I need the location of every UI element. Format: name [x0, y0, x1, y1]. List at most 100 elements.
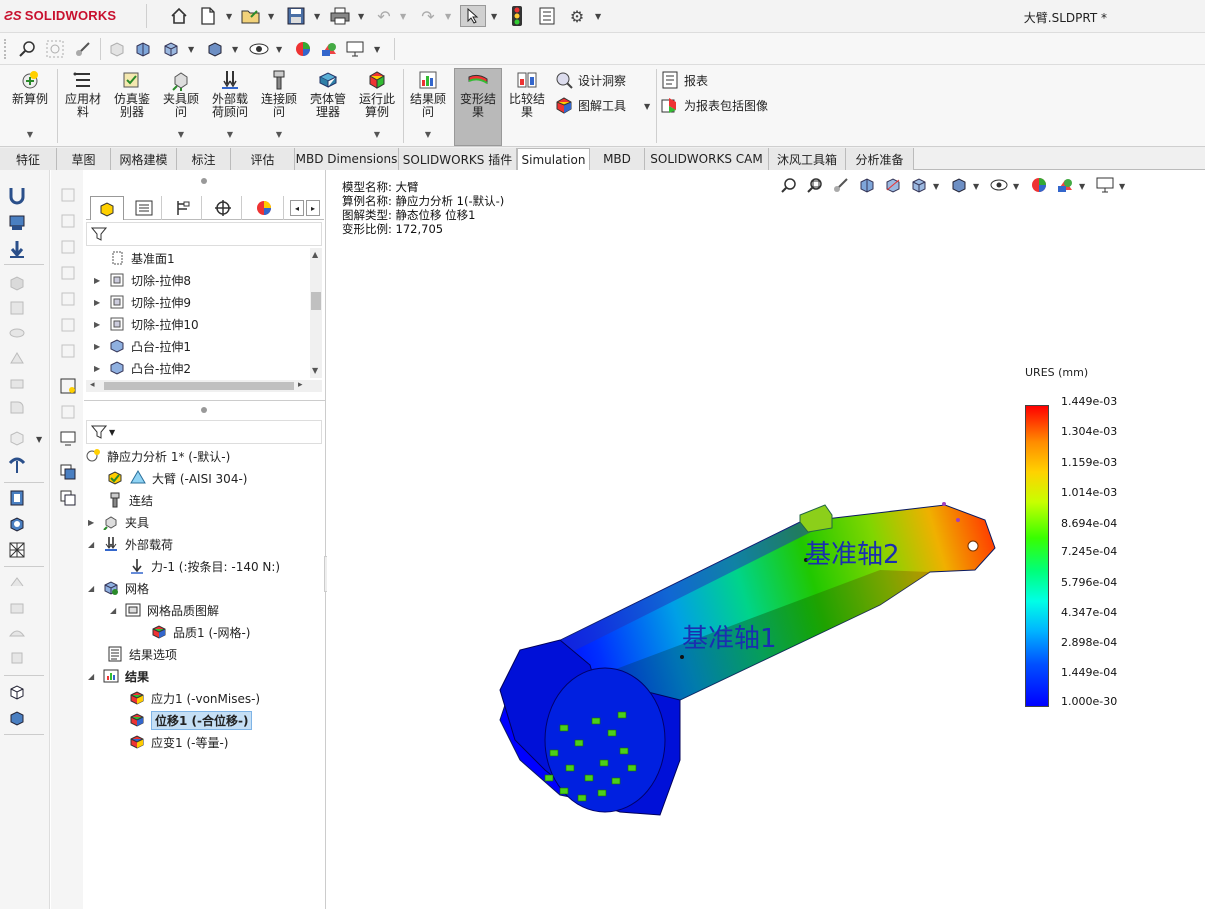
section-view-icon[interactable] — [106, 38, 128, 60]
undo-icon[interactable]: ↶ — [373, 5, 395, 27]
tree-item-part-material[interactable]: 大臂 (-AISI 304-) — [106, 468, 247, 488]
study-tree-filter[interactable]: ▼ — [86, 420, 322, 444]
tab-mbd-dimensions[interactable]: MBD Dimensions — [295, 148, 399, 170]
extrude-icon[interactable] — [6, 273, 28, 293]
chevron-down-icon[interactable]: ▼ — [226, 12, 232, 21]
scroll-left-icon[interactable]: ◂ — [90, 380, 95, 390]
chevron-down-icon[interactable]: ▼ — [232, 45, 238, 54]
chevron-down-icon[interactable]: ▼ — [374, 128, 380, 141]
property-manager-tab[interactable] — [126, 196, 162, 220]
ghost-box-icon[interactable] — [57, 211, 79, 231]
solidworks-logo[interactable]: ƧS SOLIDWORKS — [4, 8, 116, 23]
mesh-run-icon[interactable] — [6, 514, 28, 534]
tree-item-static-study[interactable]: 静应力分析 1* (-默认-) — [84, 446, 230, 466]
feature-tree-vscrollbar[interactable]: ▲ ▼ — [310, 248, 322, 378]
chevron-down-icon[interactable]: ▼ — [178, 128, 184, 141]
chevron-down-icon[interactable]: ▼ — [109, 428, 115, 437]
chevron-down-icon[interactable]: ▼ — [1013, 182, 1019, 191]
hide-show-icon[interactable] — [248, 38, 270, 60]
down-arrow-load-icon[interactable] — [6, 239, 28, 259]
ghost-box-icon[interactable] — [57, 341, 79, 361]
home-icon[interactable] — [168, 5, 190, 27]
display-manager-tab[interactable] — [244, 196, 284, 220]
view-orientation-icon[interactable] — [910, 176, 928, 194]
surface-icon[interactable] — [6, 623, 28, 643]
ghost-box-icon[interactable] — [57, 289, 79, 309]
gear-icon[interactable]: ⚙ — [566, 5, 588, 27]
mesh-control-icon[interactable] — [6, 488, 28, 508]
apply-material-button[interactable]: 应用材料 — [61, 69, 105, 145]
revolve-icon[interactable] — [6, 298, 28, 318]
chevron-down-icon[interactable]: ▼ — [188, 45, 194, 54]
tree-item-stress1[interactable]: 应力1 (-vonMises-) — [128, 688, 260, 708]
tree-item-fixtures[interactable]: ▶ 夹具 — [88, 512, 149, 532]
tree-item-displacement1[interactable]: 位移1 (-合位移-) — [128, 710, 253, 730]
ghost-tool-icon[interactable] — [57, 402, 79, 422]
chevron-down-icon[interactable]: ▼ — [973, 182, 979, 191]
graphics-area[interactable]: 基准轴1 基准轴2 — [327, 170, 1205, 909]
fixture-tool-icon[interactable] — [6, 185, 28, 205]
feature-manager-tab[interactable] — [90, 196, 124, 220]
tree-item-results[interactable]: ◢ 结果 — [88, 666, 149, 686]
scene-icon[interactable] — [318, 38, 340, 60]
open-folder-icon[interactable] — [240, 5, 262, 27]
weldment-icon[interactable] — [6, 598, 28, 618]
section-view-icon[interactable] — [858, 176, 876, 194]
expand-arrow-icon[interactable]: ▶ — [88, 518, 102, 527]
traffic-light-icon[interactable] — [506, 5, 528, 27]
tree-item-mesh-quality-plot[interactable]: ◢ 网格品质图解 — [110, 600, 219, 620]
datum-axis-2-label[interactable]: 基准轴2 — [805, 534, 900, 571]
scroll-up-icon[interactable]: ▲ — [312, 250, 318, 259]
chevron-down-icon[interactable]: ▼ — [276, 128, 282, 141]
collapse-arrow-icon[interactable]: ◢ — [88, 672, 102, 681]
tab-simulation[interactable]: Simulation — [517, 148, 590, 170]
expand-arrow-icon[interactable]: ▶ — [94, 320, 108, 329]
chevron-down-icon[interactable]: ▼ — [27, 128, 33, 141]
save-icon[interactable] — [285, 5, 307, 27]
previous-view-icon[interactable] — [72, 38, 94, 60]
tree-item-force1[interactable]: 力-1 (:按条目: -140 N:) — [128, 556, 280, 576]
sweep-icon[interactable] — [6, 323, 28, 343]
tab-scroll-right-icon[interactable]: ▸ — [306, 200, 320, 216]
previous-view-icon[interactable] — [832, 176, 850, 194]
expand-arrow-icon[interactable]: ▶ — [94, 298, 108, 307]
display-style-icon[interactable] — [950, 176, 968, 194]
chevron-down-icon[interactable]: ▼ — [227, 128, 233, 141]
tree-item-mesh[interactable]: ◢ 网格 — [88, 578, 149, 598]
chevron-down-icon[interactable]: ▼ — [491, 12, 497, 21]
ghost-box-icon[interactable] — [57, 315, 79, 335]
copy-study-icon[interactable] — [57, 462, 79, 482]
tab-markup[interactable]: 标注 — [177, 148, 231, 170]
expand-arrow-icon[interactable]: ▶ — [94, 276, 108, 285]
tree-item-boss-extrude2[interactable]: ▶ 凸台-拉伸2 — [94, 358, 191, 378]
fixtures-advisor-button[interactable]: 夹具顾问 ▼ — [159, 69, 203, 145]
ghost-box-icon[interactable] — [57, 237, 79, 257]
chevron-down-icon[interactable]: ▼ — [1079, 182, 1085, 191]
tab-solidworks-addins[interactable]: SOLIDWORKS 插件 — [399, 148, 517, 170]
grid-mesh-icon[interactable] — [6, 540, 28, 560]
appearance-icon[interactable] — [1030, 176, 1048, 194]
tab-solidworks-cam[interactable]: SOLIDWORKS CAM — [645, 148, 769, 170]
zoom-area-icon[interactable] — [44, 38, 66, 60]
print-icon[interactable] — [329, 5, 351, 27]
chevron-down-icon[interactable]: ▼ — [595, 12, 601, 21]
external-loads-advisor-button[interactable]: 外部载荷顾问 ▼ — [207, 69, 253, 145]
tab-analysis-prep[interactable]: 分析准备 — [846, 148, 914, 170]
paste-study-icon[interactable] — [57, 488, 79, 508]
scene-icon[interactable] — [1056, 176, 1074, 194]
expand-arrow-icon[interactable]: ▶ — [94, 342, 108, 351]
chevron-down-icon[interactable]: ▼ — [1119, 182, 1125, 191]
monitor-icon[interactable] — [1096, 176, 1114, 194]
datum-axis-1-label[interactable]: 基准轴1 — [682, 618, 777, 655]
chevron-down-icon[interactable]: ▼ — [276, 45, 282, 54]
chevron-down-icon[interactable]: ▼ — [933, 182, 939, 191]
connections-advisor-button[interactable]: 连接顾问 ▼ — [257, 69, 301, 145]
chevron-down-icon[interactable]: ▼ — [644, 102, 650, 111]
tab-evaluate[interactable]: 评估 — [231, 148, 295, 170]
tree-item-boss-extrude1[interactable]: ▶ 凸台-拉伸1 — [94, 336, 191, 356]
tab-features[interactable]: 特征 — [0, 148, 57, 170]
chevron-down-icon[interactable]: ▼ — [425, 128, 431, 141]
tree-filter[interactable] — [86, 222, 322, 246]
chevron-down-icon[interactable]: ▼ — [445, 12, 451, 21]
design-insight-button[interactable]: 设计洞察 — [555, 70, 626, 90]
